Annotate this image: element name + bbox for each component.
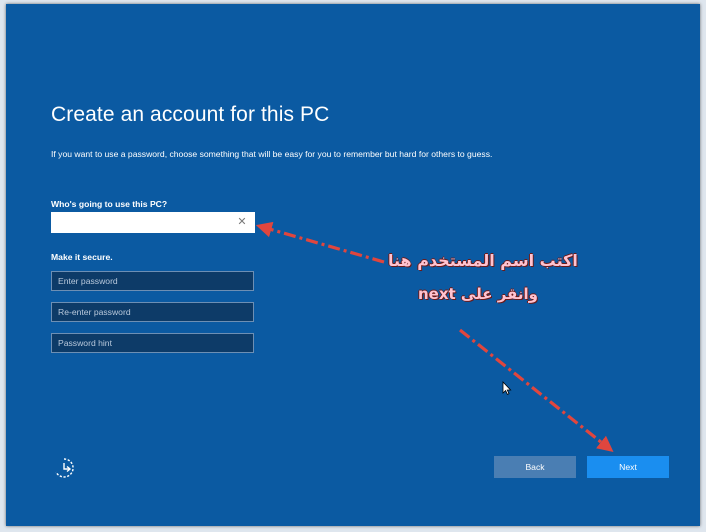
password-input[interactable] [51, 271, 254, 291]
password-hint-input[interactable] [51, 333, 254, 353]
username-input[interactable] [51, 212, 255, 233]
mouse-pointer-icon [502, 381, 512, 395]
make-secure-label: Make it secure. [51, 252, 113, 262]
username-label: Who's going to use this PC? [51, 199, 168, 209]
annotation-type-username: اكتب اسم المستخدم هنا [388, 251, 578, 270]
ease-of-access-icon[interactable] [52, 456, 76, 480]
oobe-setup-screen: Create an account for this PC If you wan… [6, 4, 700, 526]
description-text: If you want to use a password, choose so… [51, 149, 493, 159]
reenter-password-input[interactable] [51, 302, 254, 322]
back-button[interactable]: Back [494, 456, 576, 478]
page-title: Create an account for this PC [51, 103, 330, 126]
close-icon[interactable]: ✕ [236, 216, 248, 228]
next-button[interactable]: Next [587, 456, 669, 478]
annotation-click-next: وانقر على next [418, 285, 538, 303]
